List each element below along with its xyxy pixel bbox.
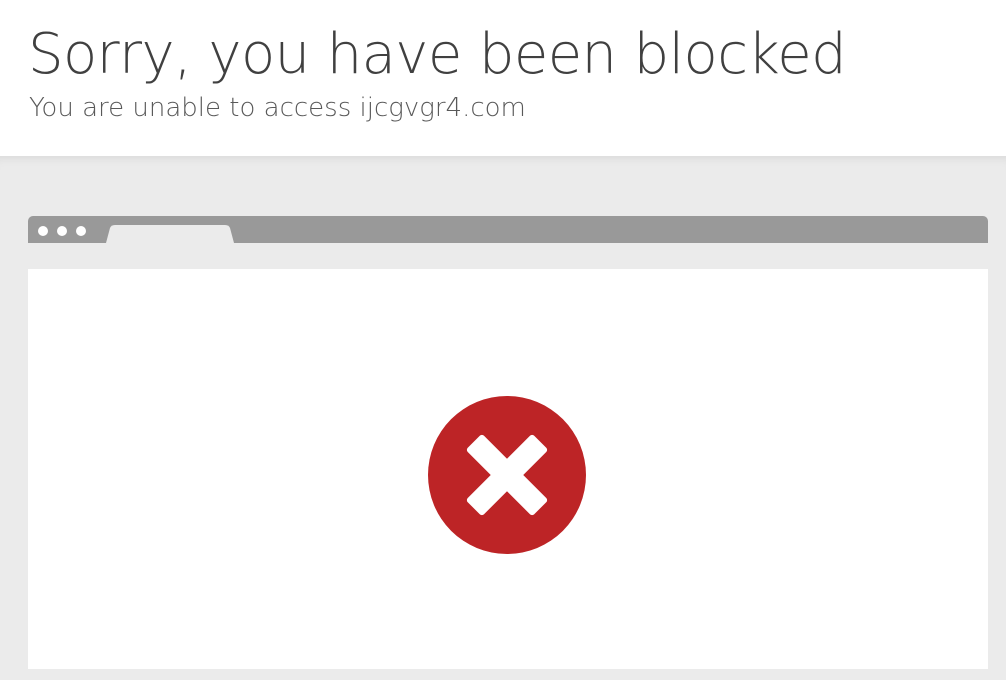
browser-viewport	[28, 269, 988, 669]
page-subtitle: You are unable to access ijcgvgr4.com	[29, 93, 526, 123]
window-dot-icon	[76, 226, 86, 236]
window-dot-icon	[38, 226, 48, 236]
browser-window-bar	[28, 216, 988, 243]
browser-tab	[106, 225, 234, 243]
window-dot-icon	[57, 226, 67, 236]
illustration-area	[0, 156, 1006, 680]
page-title: Sorry, you have been blocked	[28, 22, 847, 87]
blocked-x-icon	[428, 396, 586, 554]
page-header: Sorry, you have been blocked You are una…	[0, 0, 1006, 156]
